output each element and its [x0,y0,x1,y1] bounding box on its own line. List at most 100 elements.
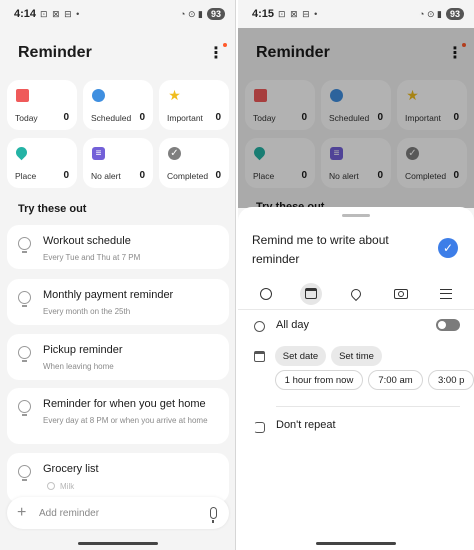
checklist-toggle-button[interactable] [255,283,277,305]
system-icons: ◔ ⊙ ▮ [419,8,442,19]
tile-label: Completed [405,171,447,181]
notification-icons: ⊡ ⊠ ⊟ • [40,8,81,19]
section-title: Try these out [18,203,87,215]
status-time: 4:15 [252,8,275,20]
tile-today[interactable]: Today 0 [245,80,315,130]
tile-count: 0 [377,170,383,181]
image-button[interactable] [390,283,412,305]
location-pin-icon [348,286,364,301]
suggestion-card[interactable]: Reminder for when you get home Every day… [7,388,229,444]
checklist-button[interactable] [435,283,457,305]
set-time-button[interactable]: Set time [331,346,382,366]
suggestion-title: Workout schedule [43,235,131,247]
tile-label: Place [15,171,37,181]
divider [276,406,460,407]
tile-place[interactable]: Place 0 [7,138,77,188]
tile-completed[interactable]: ✓ Completed 0 [159,138,229,188]
app-header: Reminder ⋮ [18,42,227,64]
suggestion-title: Monthly payment reminder [43,289,174,301]
tile-label: Important [405,113,441,123]
tile-label: Completed [167,171,209,181]
repeat-option[interactable]: Don't repeat [276,419,336,431]
lightbulb-icon [18,237,31,253]
tile-no-alert[interactable]: ≡ No alert 0 [321,138,391,188]
notification-dot [462,43,466,47]
clock-icon [92,89,105,102]
location-pin-icon [13,144,30,161]
all-day-toggle[interactable] [436,319,460,331]
reminder-text-input[interactable]: Remind me to write about reminder [252,231,417,269]
tile-count: 0 [453,170,459,181]
tile-scheduled[interactable]: Scheduled 0 [321,80,391,130]
star-icon: ★ [168,87,181,103]
tile-completed[interactable]: ✓ Completed 0 [397,138,467,188]
reminder-add-sheet-screen: 4:15 ⊡ ⊠ ⊟ • ◔ ⊙ ▮ 93 Reminder ⋮ Today 0… [238,0,474,550]
plus-icon: + [17,504,27,521]
location-pin-icon [251,144,268,161]
suggestion-title: Reminder for when you get home [43,398,206,410]
list-icon: ≡ [330,147,343,160]
tile-scheduled[interactable]: Scheduled 0 [83,80,153,130]
category-tiles: Today 0 Scheduled 0 ★ Important 0 Place … [7,80,229,188]
suggestion-card[interactable]: Workout schedule Every Tue and Thu at 7 … [7,225,229,269]
calendar-icon [254,89,267,102]
tile-count: 0 [215,112,221,123]
suggestion-title: Grocery list [43,463,99,475]
tile-label: Important [167,113,203,123]
status-time: 4:14 [14,8,37,20]
home-indicator [77,542,158,545]
add-reminder-bar[interactable]: + Add reminder [7,497,229,529]
tile-place[interactable]: Place 0 [245,138,315,188]
save-check-button[interactable]: ✓ [438,238,458,258]
tile-count: 0 [139,170,145,181]
tile-label: Place [253,171,275,181]
status-bar: 4:14 ⊡ ⊠ ⊟ • ◔ ⊙ ▮ 93 [0,0,235,28]
suggestion-subtitle: Every Tue and Thu at 7 PM [43,253,141,262]
date-time-button[interactable] [300,282,323,305]
more-options-icon[interactable]: ⋮ [446,43,466,63]
tile-important[interactable]: ★ Important 0 [159,80,229,130]
tile-count: 0 [215,170,221,181]
clock-icon [330,89,343,102]
lightbulb-icon [18,465,31,481]
app-header: Reminder ⋮ [256,42,466,64]
suggestion-card[interactable]: Monthly payment reminder Every month on … [7,279,229,325]
suggestion-card[interactable]: Pickup reminder When leaving home [7,334,229,380]
tile-count: 0 [139,112,145,123]
tile-label: Today [253,113,276,123]
lightbulb-icon [18,291,31,307]
quick-option-chip[interactable]: 1 hour from now [275,370,363,390]
check-icon: ✓ [168,147,181,160]
calendar-icon [16,89,29,102]
sheet-drag-handle[interactable] [342,214,370,217]
suggestion-card[interactable]: Grocery list Milk [7,453,229,503]
more-options-icon[interactable]: ⋮ [207,43,227,63]
suggestion-subtitle: When leaving home [43,362,114,371]
check-icon: ✓ [406,147,419,160]
checklist-item: Milk [47,482,74,491]
calendar-icon [305,288,318,299]
sheet-toolbar [238,278,474,310]
battery-badge: 93 [445,8,464,20]
suggestion-title: Pickup reminder [43,344,123,356]
home-indicator [316,542,396,545]
quick-option-chip[interactable]: 3:00 p [428,370,474,390]
microphone-icon[interactable] [210,507,217,523]
tile-no-alert[interactable]: ≡ No alert 0 [83,138,153,188]
notification-dot [223,43,227,47]
suggestion-subtitle: Every month on the 25th [43,307,131,316]
tile-label: Today [15,113,38,123]
tile-label: Scheduled [329,113,370,123]
set-date-button[interactable]: Set date [275,346,326,366]
tile-important[interactable]: ★ Important 0 [397,80,467,130]
location-button[interactable] [345,283,367,305]
quick-option-chip[interactable]: 7:00 am [368,370,423,390]
tile-today[interactable]: Today 0 [7,80,77,130]
category-tiles: Today 0 Scheduled 0 ★ Important 0 Place … [245,80,467,188]
list-icon: ≡ [92,147,105,160]
add-reminder-input[interactable]: Add reminder [39,508,210,519]
camera-icon [393,288,408,299]
checklist-item-label: Milk [60,482,75,491]
tile-count: 0 [301,112,307,123]
checkbox-icon [47,482,55,490]
